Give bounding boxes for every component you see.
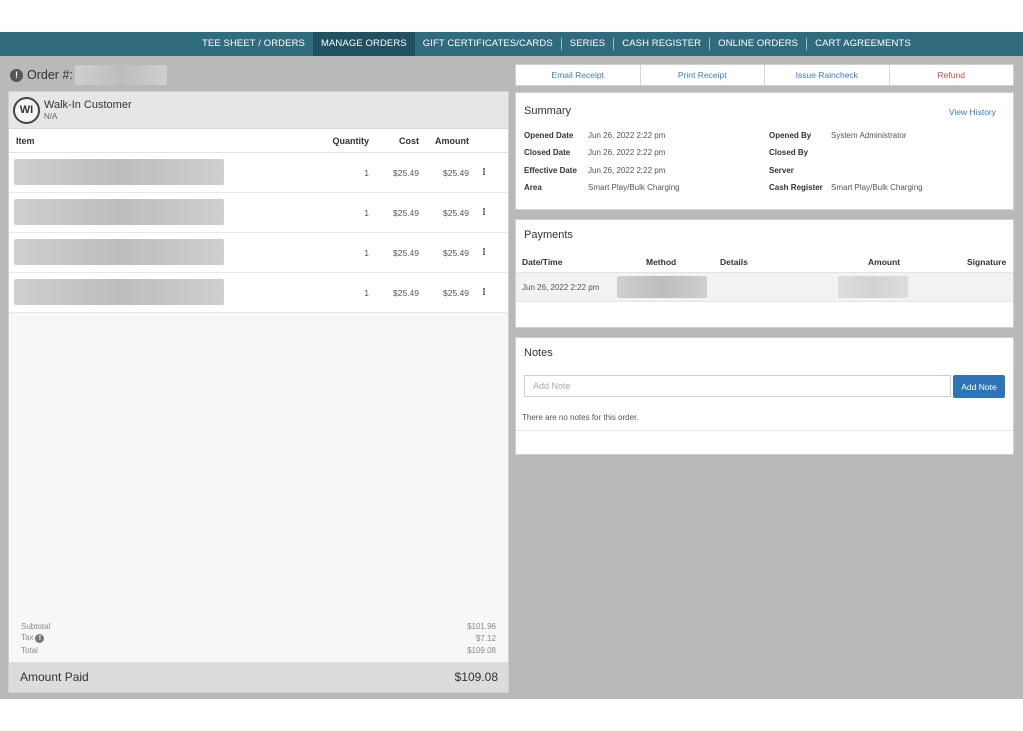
note-input[interactable] — [524, 375, 951, 397]
nav-manage-orders[interactable]: MANAGE ORDERS — [312, 32, 415, 56]
col-header-datetime: Date/Time — [522, 257, 563, 267]
order-totals: Subtotal $101.96 Tax! $7.12 Total $109.0… — [9, 620, 508, 656]
closed-by-label: Closed By — [769, 148, 809, 157]
table-row[interactable]: 1 $25.49 $25.49 ⁝ — [9, 233, 508, 273]
tax-value: $7.12 — [475, 633, 496, 643]
order-header: ! Order #: — [10, 64, 510, 86]
issue-raincheck-button[interactable]: Issue Raincheck — [765, 65, 890, 85]
closed-date-label: Closed Date — [524, 148, 571, 157]
order-actions: Email Receipt Print Receipt Issue Rainch… — [515, 64, 1014, 86]
table-row[interactable]: 1 $25.49 $25.49 ⁝ — [9, 193, 508, 233]
item-cost: $25.49 — [393, 287, 419, 298]
table-row[interactable]: 1 $25.49 $25.49 ⁝ — [9, 153, 508, 193]
top-nav: TEE SHEET / ORDERS MANAGE ORDERS GIFT CE… — [0, 32, 1023, 56]
customer-subtitle: N/A — [44, 112, 58, 121]
subtotal-label: Subtotal — [21, 621, 51, 631]
nav-cart-agreements[interactable]: CART AGREEMENTS — [807, 32, 919, 56]
customer-name: Walk-In Customer — [44, 99, 132, 111]
col-header-cost: Cost — [399, 135, 419, 146]
item-cost: $25.49 — [393, 167, 419, 178]
nav-gift-certificates[interactable]: GIFT CERTIFICATES/CARDS — [415, 32, 561, 56]
add-note-button[interactable]: Add Note — [953, 375, 1005, 398]
item-cost: $25.49 — [393, 207, 419, 218]
payment-datetime: Jun 26, 2022 2:22 pm — [522, 283, 600, 292]
avatar: WI — [13, 96, 40, 124]
summary-card: Summary View History Opened Date Jun 26,… — [515, 92, 1014, 210]
table-row[interactable]: 1 $25.49 $25.49 ⁝ — [9, 273, 508, 313]
redacted-order-number — [74, 65, 167, 85]
col-header-signature: Signature — [967, 257, 1007, 267]
redacted-payment-amount — [838, 276, 908, 298]
info-icon[interactable]: ! — [35, 634, 45, 643]
order-items-panel: WI Walk-In Customer N/A Item Quantity Co… — [8, 91, 509, 693]
col-header-details: Details — [720, 257, 748, 267]
item-quantity: 1 — [364, 167, 369, 178]
area-label: Area — [524, 183, 542, 192]
col-header-method: Method — [646, 257, 677, 267]
kebab-menu-icon[interactable]: ⁝ — [482, 247, 486, 258]
redacted-item-name — [14, 198, 224, 225]
order-title: Order #: — [27, 68, 73, 82]
summary-title: Summary — [524, 105, 572, 117]
notes-card: Notes Add Note There are no notes for th… — [515, 337, 1014, 455]
amount-paid-label: Amount Paid — [20, 670, 89, 684]
total-label: Total — [21, 645, 38, 655]
item-amount: $25.49 — [443, 167, 469, 178]
item-amount: $25.49 — [443, 207, 469, 218]
nav-tee-sheet-orders[interactable]: TEE SHEET / ORDERS — [194, 32, 313, 56]
area-value: Smart Play/Bulk Charging — [588, 183, 680, 192]
item-quantity: 1 — [364, 287, 369, 298]
col-header-item: Item — [16, 135, 35, 146]
redacted-payment-method — [617, 276, 707, 298]
kebab-menu-icon[interactable]: ⁝ — [482, 207, 486, 218]
payments-title: Payments — [524, 229, 573, 241]
redacted-item-name — [14, 278, 224, 305]
items-table-header: Item Quantity Cost Amount — [9, 129, 508, 153]
closed-date-value: Jun 26, 2022 2:22 pm — [588, 148, 666, 157]
total-value: $109.08 — [467, 645, 496, 655]
customer-bar[interactable]: WI Walk-In Customer N/A — [9, 92, 508, 129]
divider — [516, 430, 1013, 431]
opened-date-label: Opened Date — [524, 131, 574, 140]
kebab-menu-icon[interactable]: ⁝ — [482, 287, 486, 298]
effective-date-value: Jun 26, 2022 2:22 pm — [588, 166, 666, 175]
item-quantity: 1 — [364, 207, 369, 218]
item-cost: $25.49 — [393, 247, 419, 258]
server-label: Server — [769, 166, 794, 175]
effective-date-label: Effective Date — [524, 166, 577, 175]
col-header-quantity: Quantity — [332, 135, 369, 146]
item-amount: $25.49 — [443, 287, 469, 298]
col-header-amount: Amount — [435, 135, 469, 146]
info-icon[interactable]: ! — [10, 68, 23, 82]
tax-label: Tax — [21, 633, 34, 642]
refund-button[interactable]: Refund — [890, 65, 1014, 85]
col-header-amount: Amount — [868, 257, 901, 267]
cash-register-value: Smart Play/Bulk Charging — [831, 183, 923, 192]
opened-date-value: Jun 26, 2022 2:22 pm — [588, 131, 666, 140]
subtotal-value: $101.96 — [467, 621, 496, 631]
no-notes-message: There are no notes for this order. — [522, 413, 639, 422]
notes-title: Notes — [524, 347, 553, 359]
kebab-menu-icon[interactable]: ⁝ — [482, 167, 486, 178]
nav-cash-register[interactable]: CASH REGISTER — [614, 32, 709, 56]
view-history-link[interactable]: View History — [949, 107, 996, 117]
amount-paid-bar: Amount Paid $109.08 — [9, 662, 508, 692]
email-receipt-button[interactable]: Email Receipt — [516, 65, 641, 85]
nav-series[interactable]: SERIES — [562, 32, 613, 56]
print-receipt-button[interactable]: Print Receipt — [641, 65, 765, 85]
cash-register-label: Cash Register — [769, 183, 823, 192]
item-amount: $25.49 — [443, 247, 469, 258]
item-quantity: 1 — [364, 247, 369, 258]
opened-by-label: Opened By — [769, 131, 812, 140]
amount-paid-value: $109.08 — [454, 670, 498, 684]
payments-table-header: Date/Time Method Details Amount Signatur… — [516, 251, 1013, 273]
redacted-item-name — [14, 238, 224, 265]
payments-card: Payments Date/Time Method Details Amount… — [515, 219, 1014, 328]
redacted-item-name — [14, 158, 224, 185]
nav-online-orders[interactable]: ONLINE ORDERS — [710, 32, 806, 56]
opened-by-value: System Administrator — [831, 131, 907, 140]
table-row[interactable]: Jun 26, 2022 2:22 pm — [516, 273, 1013, 302]
